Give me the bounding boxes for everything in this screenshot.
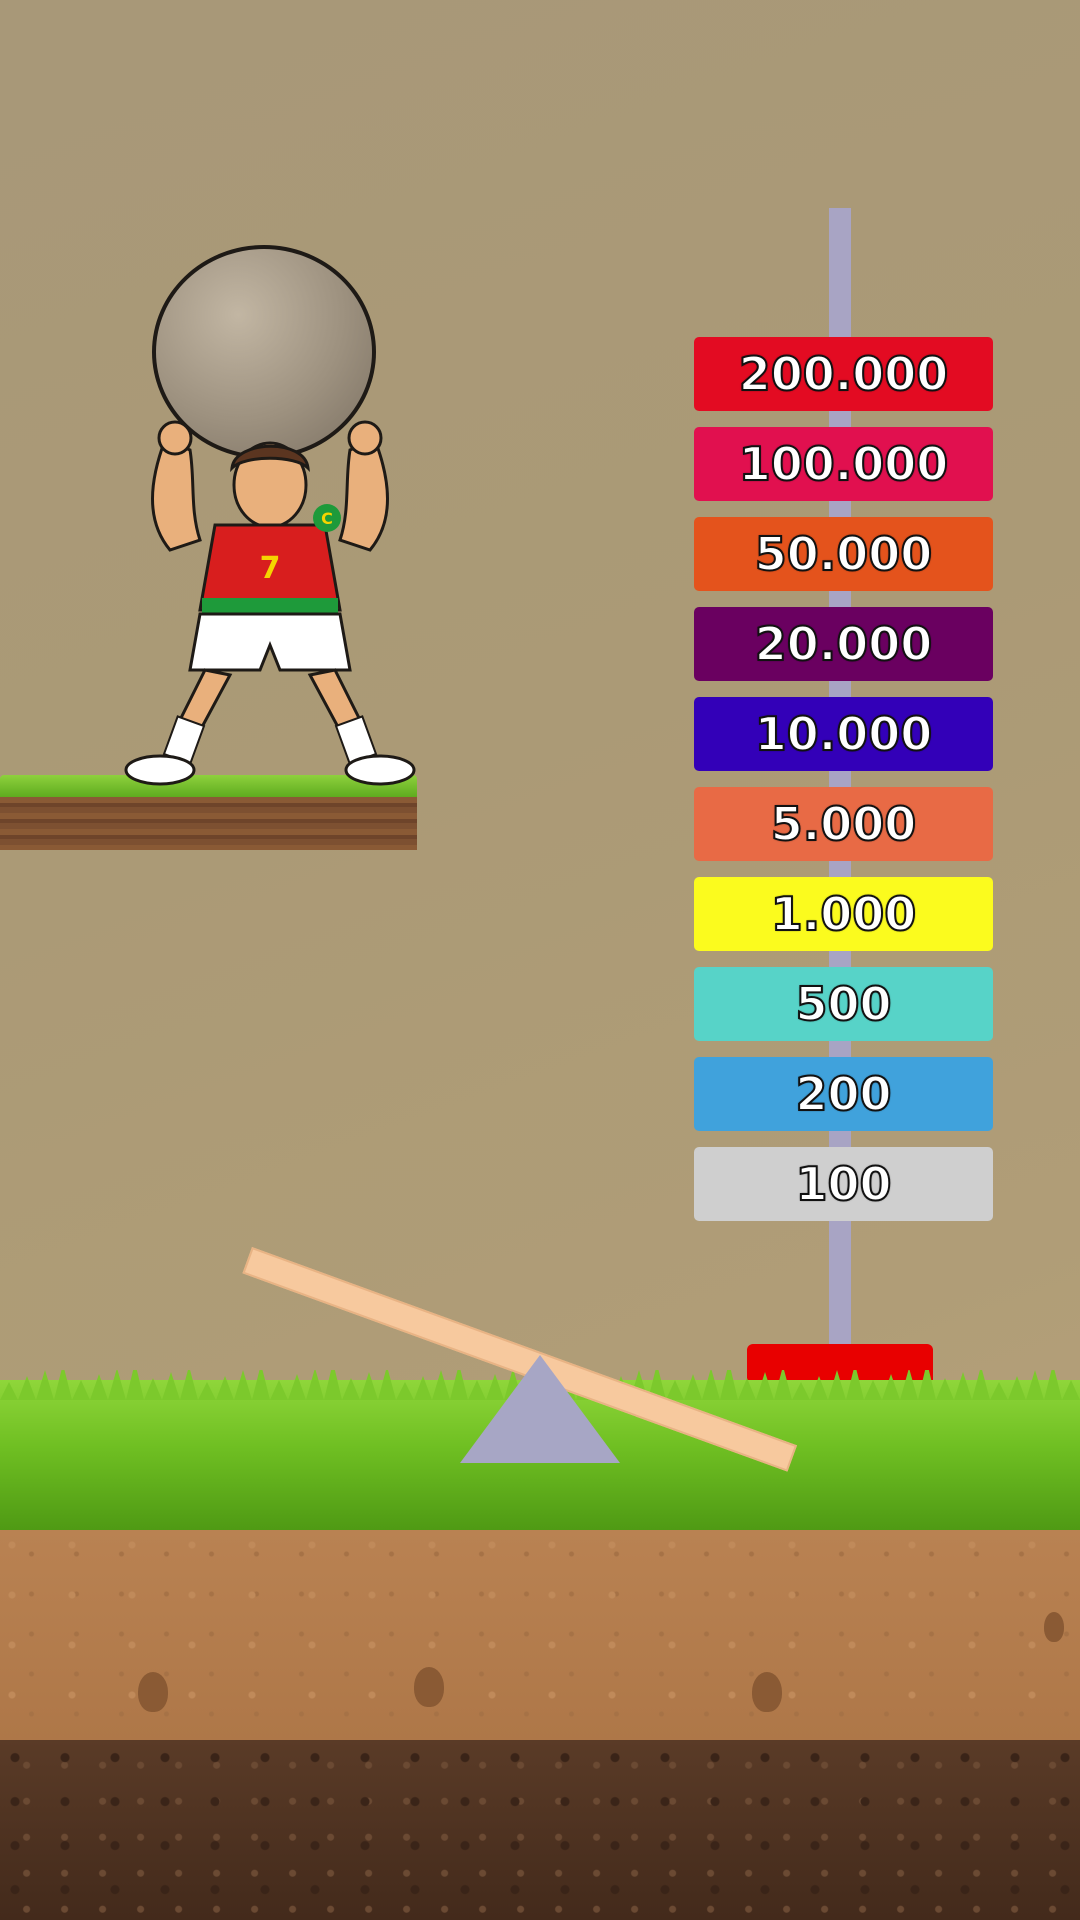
game-scene: 200.000 100.000 50.000 20.000 10.000 5.000 1.0…: [0, 0, 1080, 1920]
jersey-number: 7: [260, 551, 281, 586]
seesaw-fulcrum: [460, 1355, 620, 1463]
tier-label: 200.000: [694, 337, 993, 411]
dirt-stone: [414, 1667, 444, 1707]
tier-label: 1.000: [694, 877, 993, 951]
dirt-stone: [752, 1672, 782, 1712]
dirt-stone: [1044, 1612, 1064, 1642]
tier-label: 10.000: [694, 697, 993, 771]
tier-label: 500: [694, 967, 993, 1041]
footballer-character: 7 C: [124, 420, 416, 786]
ledge-dirt: [0, 797, 417, 850]
dirt-stone: [138, 1672, 168, 1712]
ground-dirt: [0, 1530, 1080, 1760]
armband-letter: C: [321, 509, 333, 528]
tier-label: 5.000: [694, 787, 993, 861]
ground-deep-soil: [0, 1740, 1080, 1920]
tier-label: 20.000: [694, 607, 993, 681]
tier-label: 200: [694, 1057, 993, 1131]
tier-label: 100.000: [694, 427, 993, 501]
tier-label: 50.000: [694, 517, 993, 591]
tier-label: 100: [694, 1147, 993, 1221]
